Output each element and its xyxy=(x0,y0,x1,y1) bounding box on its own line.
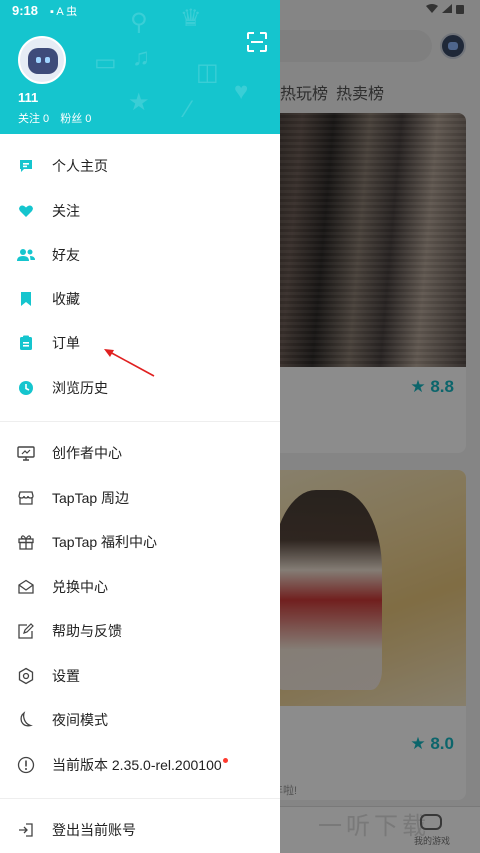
username[interactable]: 111 xyxy=(18,90,38,105)
menu-label: 帮助与反馈 xyxy=(52,623,122,639)
navigation-drawer: ⚲ ♛ ▭ ♫ ◫ ★ ⁄ ♥ 9:18 ▪ A 虫 111 关注 0 粉丝 0… xyxy=(0,0,280,853)
menu-item-following[interactable]: 关注 xyxy=(0,189,280,233)
menu-label: 设置 xyxy=(52,668,80,684)
drawer-header: ⚲ ♛ ▭ ♫ ◫ ★ ⁄ ♥ 9:18 ▪ A 虫 111 关注 0 粉丝 0 xyxy=(0,0,280,134)
bookmark-icon xyxy=(16,289,36,309)
status-icons: ▪ A 虫 xyxy=(50,6,78,18)
menu-item-version[interactable]: 当前版本 2.35.0-rel.200100 xyxy=(0,743,280,787)
menu-item-logout[interactable]: 登出当前账号 xyxy=(0,808,280,852)
menu-item-creator-center[interactable]: 创作者中心 xyxy=(0,431,280,475)
shop-icon xyxy=(16,488,36,508)
menu-label: 个人主页 xyxy=(52,158,108,174)
menu-item-night-mode[interactable]: 夜间模式 xyxy=(0,698,280,742)
followers-count[interactable]: 粉丝 0 xyxy=(60,113,91,125)
status-time: 9:18 xyxy=(12,3,39,18)
wifi-battery-icon xyxy=(426,4,464,14)
menu-item-settings[interactable]: 设置 xyxy=(0,654,280,698)
menu-label: 当前版本 2.35.0-rel.200100 xyxy=(52,755,228,775)
menu-label: TapTap 福利中心 xyxy=(52,534,158,550)
update-dot xyxy=(222,758,228,763)
menu-label: TapTap 周边 xyxy=(52,490,130,506)
menu-item-favorites[interactable]: 收藏 xyxy=(0,277,280,321)
clipboard-icon xyxy=(16,333,36,353)
menu-label: 兑换中心 xyxy=(52,579,108,595)
edit-icon xyxy=(16,621,36,641)
settings-icon xyxy=(16,666,36,686)
menu-label: 关注 xyxy=(52,203,80,219)
menu-label: 创作者中心 xyxy=(52,445,122,461)
menu-item-friends[interactable]: 好友 xyxy=(0,233,280,277)
clock-icon xyxy=(16,378,36,398)
annotation-arrow-icon xyxy=(104,349,155,377)
menu-item-taptap-merch[interactable]: TapTap 周边 xyxy=(0,476,280,520)
status-bar-right xyxy=(424,3,468,18)
menu-item-help-feedback[interactable]: 帮助与反馈 xyxy=(0,609,280,653)
gift-icon xyxy=(16,532,36,552)
menu-item-redeem-center[interactable]: 兑换中心 xyxy=(0,565,280,609)
moon-icon xyxy=(16,710,36,730)
menu-label: 收藏 xyxy=(52,291,80,307)
monitor-icon xyxy=(16,443,36,463)
follow-stats: 关注 0 粉丝 0 xyxy=(18,110,99,126)
menu-label: 登出当前账号 xyxy=(52,822,136,838)
friends-icon xyxy=(16,245,36,265)
following-count[interactable]: 关注 0 xyxy=(18,113,49,125)
info-icon xyxy=(16,755,36,775)
menu-item-welfare-center[interactable]: TapTap 福利中心 xyxy=(0,520,280,564)
logout-icon xyxy=(16,820,36,840)
menu-item-profile[interactable]: 个人主页 xyxy=(0,144,280,188)
mail-icon xyxy=(16,577,36,597)
version-text: 当前版本 2.35.0-rel.200100 xyxy=(52,757,222,773)
profile-icon xyxy=(16,156,36,176)
menu-label: 订单 xyxy=(52,335,80,351)
menu-label: 好友 xyxy=(52,247,80,263)
menu-divider xyxy=(0,798,280,799)
menu-label: 夜间模式 xyxy=(52,712,108,728)
menu-divider xyxy=(0,421,280,422)
avatar[interactable] xyxy=(18,36,66,84)
heart-icon xyxy=(16,201,36,221)
scan-icon[interactable] xyxy=(247,32,267,52)
